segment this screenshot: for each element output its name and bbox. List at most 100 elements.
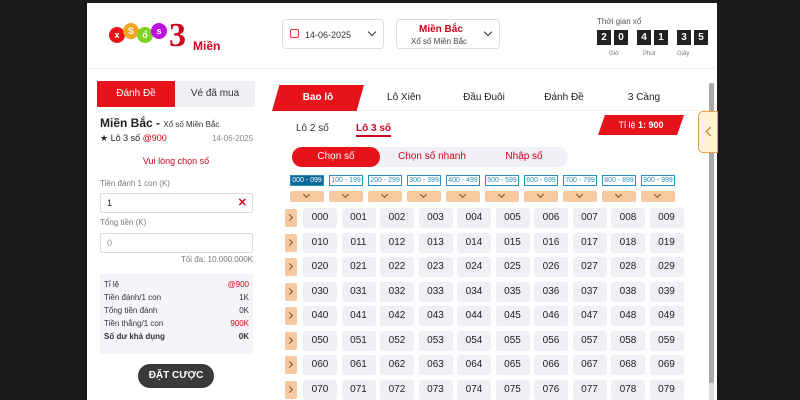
number-cell[interactable]: 053 (418, 330, 453, 351)
range-expand-button[interactable] (329, 190, 363, 202)
number-cell[interactable]: 054 (457, 330, 491, 351)
tab-danh-de[interactable]: Đánh Đề (524, 85, 604, 111)
row-select-button[interactable] (285, 209, 297, 227)
number-cell[interactable]: 041 (341, 306, 376, 326)
number-cell[interactable]: 012 (380, 232, 414, 253)
number-cell[interactable]: 019 (649, 232, 684, 253)
number-cell[interactable]: 013 (418, 232, 453, 253)
subtab-lo-2-so[interactable]: Lô 2 số (296, 123, 329, 134)
number-cell[interactable]: 037 (572, 281, 607, 302)
mode-pick-number[interactable]: Chọn số (292, 147, 380, 167)
number-cell[interactable]: 009 (649, 208, 684, 228)
tab-lo-xien[interactable]: Lô Xiên (364, 85, 444, 111)
tab-3-cang[interactable]: 3 Càng (604, 85, 684, 111)
tab-dau-duoi[interactable]: Đầu Đuôi (444, 85, 524, 111)
number-cell[interactable]: 071 (341, 379, 376, 400)
number-cell[interactable]: 051 (341, 330, 376, 351)
number-cell[interactable]: 040 (303, 306, 337, 326)
number-cell[interactable]: 000 (303, 208, 337, 228)
number-cell[interactable]: 039 (649, 281, 684, 302)
number-cell[interactable]: 046 (534, 306, 568, 326)
row-select-button[interactable] (285, 233, 297, 252)
number-cell[interactable]: 025 (495, 257, 530, 277)
number-cell[interactable]: 035 (495, 281, 530, 302)
range-button[interactable]: 500 - 599 (485, 175, 519, 186)
side-panel-toggle[interactable] (698, 111, 718, 153)
subtab-lo-3-so[interactable]: Lô 3 số (356, 123, 392, 137)
mode-enter-number[interactable]: Nhập số (484, 147, 564, 167)
number-cell[interactable]: 001 (341, 208, 376, 228)
number-cell[interactable]: 061 (341, 355, 376, 375)
row-select-button[interactable] (285, 380, 297, 399)
tab-purchased-tickets[interactable]: Vé đã mua (175, 81, 255, 107)
number-cell[interactable]: 015 (495, 232, 530, 253)
total-amount-input[interactable]: 0 (100, 233, 253, 253)
number-cell[interactable]: 016 (534, 232, 568, 253)
number-cell[interactable]: 075 (495, 379, 530, 400)
number-cell[interactable]: 034 (457, 281, 491, 302)
row-select-button[interactable] (285, 282, 297, 301)
range-button[interactable]: 000 - 099 (290, 175, 324, 186)
number-cell[interactable]: 043 (418, 306, 453, 326)
row-select-button[interactable] (285, 356, 297, 374)
number-cell[interactable]: 055 (495, 330, 530, 351)
place-bet-button[interactable]: ĐẶT CƯỢC (138, 364, 214, 388)
number-cell[interactable]: 073 (418, 379, 453, 400)
number-cell[interactable]: 030 (303, 281, 337, 302)
number-cell[interactable]: 069 (649, 355, 684, 375)
number-cell[interactable]: 021 (341, 257, 376, 277)
mode-quick-pick[interactable]: Chọn số nhanh (384, 147, 480, 167)
clear-icon[interactable]: ✕ (238, 194, 247, 212)
number-cell[interactable]: 018 (611, 232, 645, 253)
number-cell[interactable]: 028 (611, 257, 645, 277)
range-expand-button[interactable] (641, 190, 675, 202)
range-button[interactable]: 600 - 699 (524, 175, 558, 186)
number-cell[interactable]: 006 (534, 208, 568, 228)
range-expand-button[interactable] (290, 190, 324, 202)
number-cell[interactable]: 032 (380, 281, 414, 302)
range-expand-button[interactable] (602, 190, 636, 202)
number-cell[interactable]: 072 (380, 379, 414, 400)
number-cell[interactable]: 079 (649, 379, 684, 400)
tab-bao-lo[interactable]: Bao lô (272, 85, 364, 111)
number-cell[interactable]: 065 (495, 355, 530, 375)
tab-place-bet[interactable]: Đánh Đề (97, 81, 175, 107)
number-cell[interactable]: 066 (534, 355, 568, 375)
number-cell[interactable]: 031 (341, 281, 376, 302)
number-cell[interactable]: 003 (418, 208, 453, 228)
range-expand-button[interactable] (407, 190, 441, 202)
row-select-button[interactable] (285, 307, 297, 325)
number-cell[interactable]: 024 (457, 257, 491, 277)
number-cell[interactable]: 026 (534, 257, 568, 277)
number-cell[interactable]: 074 (457, 379, 491, 400)
number-cell[interactable]: 023 (418, 257, 453, 277)
range-expand-button[interactable] (368, 190, 402, 202)
number-cell[interactable]: 020 (303, 257, 337, 277)
number-cell[interactable]: 010 (303, 232, 337, 253)
range-button[interactable]: 700 - 799 (563, 175, 597, 186)
number-cell[interactable]: 005 (495, 208, 530, 228)
number-cell[interactable]: 067 (572, 355, 607, 375)
row-select-button[interactable] (285, 258, 297, 276)
number-cell[interactable]: 048 (611, 306, 645, 326)
number-cell[interactable]: 011 (341, 232, 376, 253)
range-expand-button[interactable] (524, 190, 558, 202)
range-button[interactable]: 900 - 999 (641, 175, 675, 186)
logo[interactable]: x S ổ s 3 Miền (109, 17, 229, 55)
number-cell[interactable]: 047 (572, 306, 607, 326)
number-cell[interactable]: 068 (611, 355, 645, 375)
number-cell[interactable]: 057 (572, 330, 607, 351)
number-cell[interactable]: 045 (495, 306, 530, 326)
range-button[interactable]: 800 - 899 (602, 175, 636, 186)
number-cell[interactable]: 008 (611, 208, 645, 228)
number-cell[interactable]: 014 (457, 232, 491, 253)
number-cell[interactable]: 029 (649, 257, 684, 277)
number-cell[interactable]: 063 (418, 355, 453, 375)
number-cell[interactable]: 070 (303, 379, 337, 400)
number-cell[interactable]: 042 (380, 306, 414, 326)
number-cell[interactable]: 060 (303, 355, 337, 375)
date-picker[interactable]: 14-06-2025 (282, 19, 384, 49)
number-cell[interactable]: 007 (572, 208, 607, 228)
range-expand-button[interactable] (446, 190, 480, 202)
unit-amount-input[interactable]: 1 ✕ (100, 193, 253, 213)
